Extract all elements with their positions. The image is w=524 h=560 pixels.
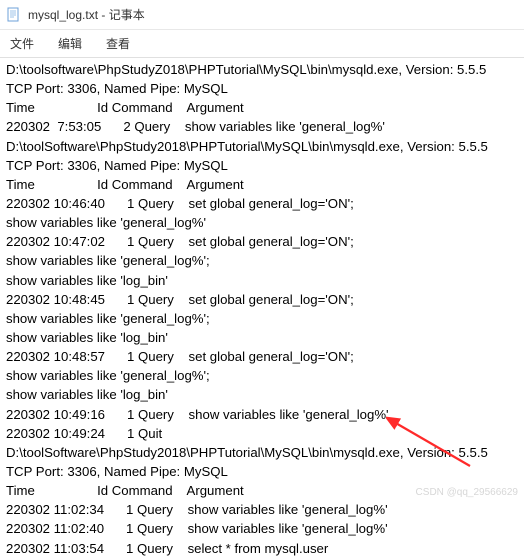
log-line: 220302 10:48:45 1 Query set global gener… (6, 290, 518, 309)
watermark: CSDN @qq_29566629 (416, 487, 518, 498)
notepad-icon (6, 7, 22, 23)
log-line: TCP Port: 3306, Named Pipe: MySQL (6, 462, 518, 481)
menubar: 文件 编辑 查看 (0, 30, 524, 58)
titlebar-label: mysql_log.txt - 记事本 (28, 6, 145, 23)
log-line: D:\toolSoftware\PhpStudy2018\PHPTutorial… (6, 137, 518, 156)
log-line: 220302 10:47:02 1 Query set global gener… (6, 232, 518, 251)
log-line: 220302 10:49:16 1 Query show variables l… (6, 405, 518, 424)
log-line: TCP Port: 3306, Named Pipe: MySQL (6, 79, 518, 98)
log-line: show variables like 'general_log%' (6, 213, 518, 232)
log-line: 220302 10:49:24 1 Quit (6, 424, 518, 443)
log-line: 220302 11:03:54 1 Query select * from my… (6, 539, 518, 558)
log-line: 220302 10:48:57 1 Query set global gener… (6, 347, 518, 366)
log-line: show variables like 'general_log%'; (6, 251, 518, 270)
log-line: Time Id Command Argument (6, 175, 518, 194)
log-line: 220302 10:46:40 1 Query set global gener… (6, 194, 518, 213)
log-line: 220302 11:02:34 1 Query show variables l… (6, 500, 518, 519)
log-line: D:\toolSoftware\PhpStudy2018\PHPTutorial… (6, 443, 518, 462)
log-line: show variables like 'general_log%'; (6, 309, 518, 328)
log-line: show variables like 'log_bin' (6, 385, 518, 404)
log-line: 220302 7:53:05 2 Query show variables li… (6, 117, 518, 136)
log-line: TCP Port: 3306, Named Pipe: MySQL (6, 156, 518, 175)
log-line: Time Id Command Argument (6, 98, 518, 117)
log-line: 220302 11:02:40 1 Query show variables l… (6, 519, 518, 538)
log-line: show variables like 'general_log%'; (6, 366, 518, 385)
log-line: show variables like 'log_bin' (6, 328, 518, 347)
menu-view[interactable]: 查看 (100, 31, 136, 56)
titlebar: mysql_log.txt - 记事本 (0, 0, 524, 30)
menu-file[interactable]: 文件 (4, 31, 40, 56)
log-line: show variables like 'log_bin' (6, 271, 518, 290)
log-line: D:\toolsoftware\PhpStudyZ018\PHPTutorial… (6, 60, 518, 79)
text-content[interactable]: D:\toolsoftware\PhpStudyZ018\PHPTutorial… (0, 58, 524, 560)
menu-edit[interactable]: 编辑 (52, 31, 88, 56)
